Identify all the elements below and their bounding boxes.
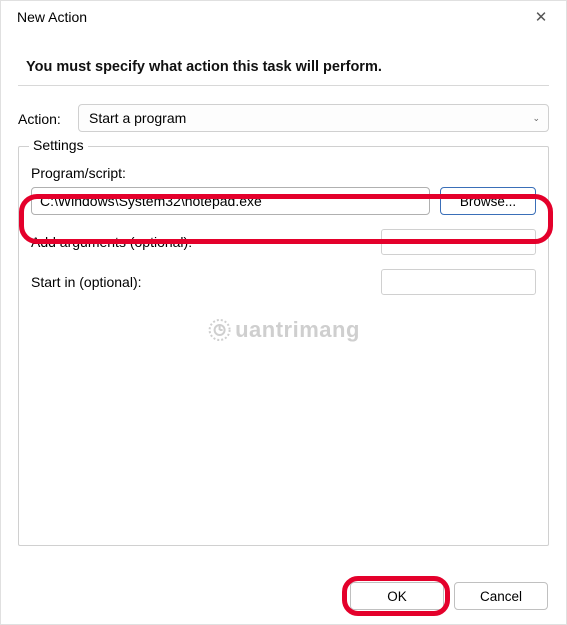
action-label: Action: [18, 109, 70, 127]
dialog-window: New Action ✕ You must specify what actio… [0, 0, 567, 625]
action-select[interactable]: Start a program ⌄ [78, 104, 549, 132]
browse-button[interactable]: Browse... [440, 187, 536, 215]
startin-input[interactable] [381, 269, 536, 295]
window-title: New Action [17, 9, 87, 25]
startin-label: Start in (optional): [31, 274, 142, 290]
content-area: You must specify what action this task w… [1, 33, 566, 546]
titlebar: New Action ✕ [1, 1, 566, 33]
arguments-input[interactable] [381, 229, 536, 255]
action-row: Action: Start a program ⌄ [18, 104, 549, 132]
divider [18, 85, 549, 86]
program-row: Browse... [31, 187, 536, 215]
cancel-button[interactable]: Cancel [454, 582, 548, 610]
bottom-button-bar: OK Cancel [350, 582, 548, 610]
action-selected-value: Start a program [89, 110, 186, 126]
chevron-down-icon: ⌄ [532, 113, 540, 124]
settings-group: Settings Program/script: Browse... Add a… [18, 146, 549, 546]
program-script-input[interactable] [31, 187, 430, 215]
startin-row: Start in (optional): [31, 269, 536, 295]
ok-button[interactable]: OK [350, 582, 444, 610]
close-icon[interactable]: ✕ [526, 8, 556, 26]
program-script-label: Program/script: [31, 165, 536, 181]
settings-legend: Settings [29, 137, 88, 153]
arguments-label: Add arguments (optional): [31, 234, 192, 250]
arguments-row: Add arguments (optional): [31, 229, 536, 255]
instruction-text: You must specify what action this task w… [26, 59, 549, 75]
